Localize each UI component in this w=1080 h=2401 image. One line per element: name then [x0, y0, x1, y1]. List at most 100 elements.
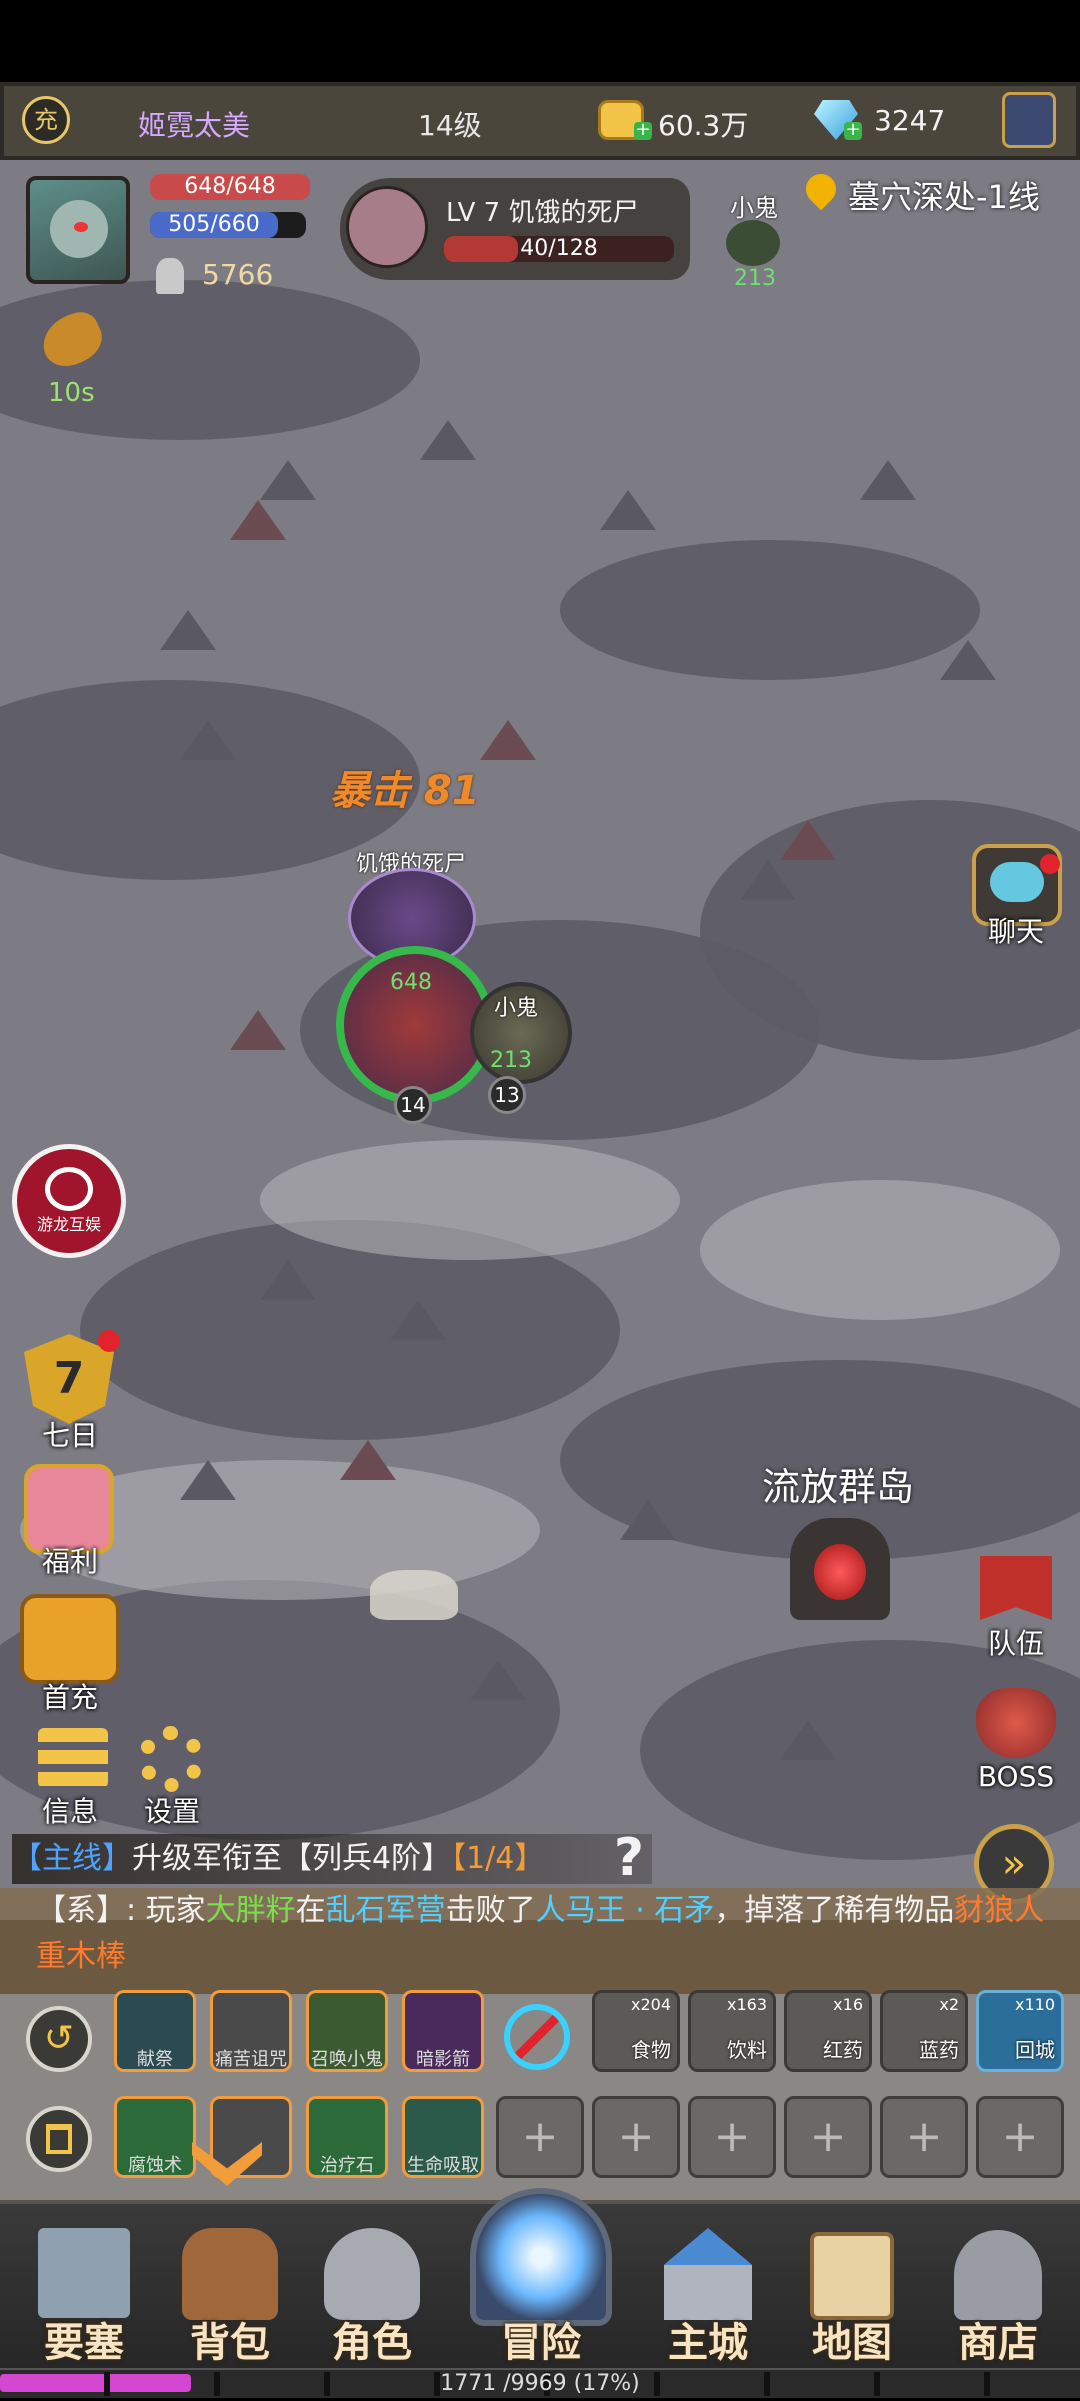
pet-value: 213	[734, 266, 776, 291]
team-label: 队伍	[987, 1627, 1044, 1660]
skill-slot-2[interactable]: 痛苦诅咒	[210, 1990, 292, 2072]
recharge-button[interactable]: 充	[22, 96, 70, 144]
skill-slot-4[interactable]: 暗影箭	[402, 1990, 484, 2072]
empty-slot[interactable]: +	[592, 2096, 680, 2178]
nav-shop[interactable]: 商店	[928, 2218, 1068, 2368]
empty-slot[interactable]: +	[784, 2096, 872, 2178]
nav-label: 角色	[332, 2320, 412, 2366]
skill-label: 暗影箭	[416, 2049, 470, 2070]
quest-text: 升级军衔至【列兵4阶】	[132, 1841, 452, 1876]
skill-slot-3[interactable]: 召唤小鬼	[306, 1990, 388, 2072]
skill-label: 生命吸取	[407, 2155, 479, 2176]
skill-label: 献祭	[137, 2049, 173, 2070]
player-avatar[interactable]	[26, 176, 130, 284]
logo-badge[interactable]: 游龙互娱	[12, 1144, 126, 1258]
empty-slot[interactable]: +	[688, 2096, 776, 2178]
nav-label: 主城	[668, 2320, 748, 2366]
nav-main-city[interactable]: 主城	[638, 2218, 778, 2368]
top-status-bar: 充 姬霓太美 14级 + 60.3万 + 3247	[0, 82, 1080, 160]
item-count: x163	[726, 1995, 767, 2014]
skill-slot-5[interactable]: 腐蚀术	[114, 2096, 196, 2178]
item-label: 蓝药	[919, 2038, 959, 2062]
item-slot-food[interactable]: x204 食物	[592, 1990, 680, 2072]
item-label: 食物	[631, 2038, 671, 2062]
portal-icon[interactable]	[790, 1518, 890, 1620]
info-menu-icon[interactable]	[38, 1728, 108, 1788]
nav-label: 冒险	[501, 2320, 581, 2366]
skill-slot-7[interactable]: 治疗石	[306, 2096, 388, 2178]
empty-slot[interactable]: +	[880, 2096, 968, 2178]
pet-sprite-name: 小鬼	[494, 996, 539, 1021]
add-diamond-icon[interactable]: +	[844, 121, 862, 140]
quest-tag: 【主线】	[12, 1841, 132, 1876]
skill-slot-8[interactable]: 生命吸取	[402, 2096, 484, 2178]
crit-damage-text: 暴击 81	[330, 768, 480, 814]
gold-amount: 60.3万	[658, 109, 749, 142]
pet-icon[interactable]	[726, 220, 780, 266]
player-name: 姬霓太美	[138, 109, 251, 142]
welfare-label: 福利	[41, 1545, 98, 1578]
nav-label: 商店	[958, 2320, 1038, 2366]
map-destination-label: 流放群岛	[762, 1465, 915, 1509]
item-slot-town-portal[interactable]: x110 回城	[976, 1990, 1064, 2072]
add-gold-icon[interactable]: +	[634, 121, 652, 140]
empty-slot[interactable]: +	[496, 2096, 584, 2178]
system-boss: 人马王 · 石矛	[535, 1893, 715, 1928]
nav-map[interactable]: 地图	[782, 2218, 922, 2368]
notification-dot-icon	[98, 1330, 120, 1352]
nav-backpack[interactable]: 背包	[160, 2218, 300, 2368]
chat-bubble-icon	[990, 862, 1044, 902]
seven-day-label: 七日	[41, 1419, 98, 1452]
item-count: x110	[1014, 1995, 1055, 2014]
skill-slot-1[interactable]: 献祭	[114, 1990, 196, 2072]
item-slot-blue-potion[interactable]: x2 蓝药	[880, 1990, 968, 2072]
quest-help-icon[interactable]: ?	[604, 1830, 654, 1886]
portal-core	[814, 1544, 866, 1600]
bone-pile-icon[interactable]	[370, 1570, 458, 1620]
backpack-icon	[182, 2228, 278, 2320]
swap-button[interactable]: ↺	[26, 2006, 92, 2072]
nav-adventure[interactable]: 冒险	[456, 2182, 626, 2368]
mp-bar: 505/660	[150, 212, 278, 238]
item-slot-drink[interactable]: x163 饮料	[688, 1990, 776, 2072]
skill-label: 治疗石	[320, 2155, 374, 2176]
item-label: 回城	[1015, 2038, 1055, 2062]
first-charge-chest-icon[interactable]	[20, 1594, 120, 1684]
boss-skull-icon[interactable]	[976, 1688, 1056, 1758]
adventure-portal-icon	[470, 2188, 612, 2326]
pet-name: 小鬼	[730, 194, 778, 222]
item-label: 红药	[823, 2038, 863, 2062]
system-message: 【系】: 玩家大胖籽在乱石军营击败了人马王 · 石矛，掉落了稀有物品豺狼人重木棒	[36, 1888, 1056, 1980]
power-icon	[156, 258, 184, 294]
nav-character[interactable]: 角色	[302, 2218, 442, 2368]
settings-gear-icon[interactable]	[138, 1726, 204, 1792]
item-slot-red-potion[interactable]: x16 红药	[784, 1990, 872, 2072]
settings-label: 设置	[143, 1795, 200, 1828]
diamond-amount: 3247	[874, 104, 946, 137]
system-place: 乱石军营	[325, 1893, 446, 1928]
item-count: x2	[939, 1995, 959, 2014]
nav-fortress[interactable]: 要塞	[14, 2218, 154, 2368]
logo-text: 游龙互娱	[36, 1215, 101, 1234]
quest-tracker[interactable]: 【主线】升级军衔至【列兵4阶】【1/4】	[12, 1834, 652, 1884]
player-level: 14级	[418, 109, 482, 142]
trash-button[interactable]	[26, 2106, 92, 2172]
location-name[interactable]: 墓穴深处-1线	[848, 172, 1040, 218]
skill-label: 痛苦诅咒	[215, 2049, 287, 2070]
skill-label: 召唤小鬼	[311, 2049, 383, 2070]
quest-progress: 【1/4】	[451, 1841, 545, 1876]
info-label: 信息	[41, 1795, 98, 1828]
settings-menu-icon[interactable]	[1002, 92, 1056, 148]
helmet-icon	[324, 2228, 420, 2320]
auto-skill-disabled-icon[interactable]	[504, 2004, 570, 2070]
empty-slot[interactable]: +	[976, 2096, 1064, 2178]
nav-label: 背包	[190, 2320, 270, 2366]
target-panel[interactable]: LV 7 饥饿的死尸 40/128	[340, 178, 690, 280]
dragon-logo-icon	[45, 1167, 93, 1211]
exp-text: 1771 /9969 (17%)	[440, 2371, 640, 2396]
hp-bar: 648/648	[150, 174, 310, 200]
item-label: 饮料	[727, 2038, 767, 2062]
system-player: 大胖籽	[205, 1893, 296, 1928]
nav-label: 要塞	[44, 2320, 124, 2366]
map-scroll-icon	[810, 2232, 894, 2320]
